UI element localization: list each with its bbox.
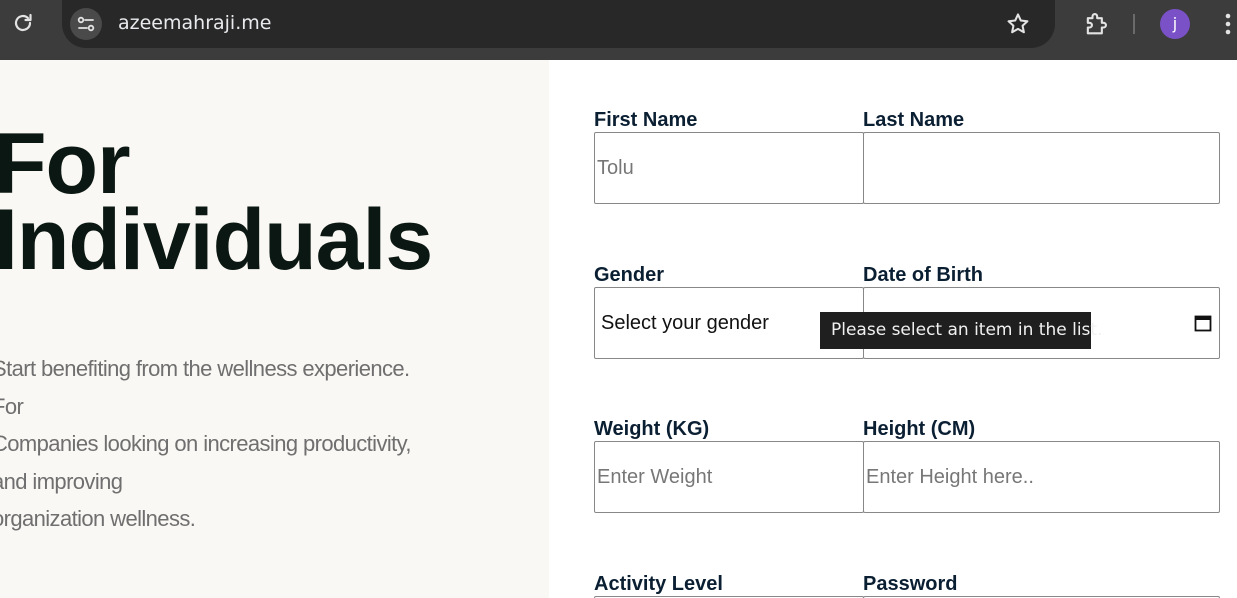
hero-description: Start benefiting from the wellness exper…: [0, 350, 462, 538]
first-name-input[interactable]: [595, 133, 863, 203]
last-name-input[interactable]: [864, 133, 1219, 203]
first-name-field[interactable]: [594, 132, 864, 204]
validation-tooltip: Please select an item in the list.: [820, 312, 1102, 349]
profile-avatar[interactable]: j: [1160, 9, 1190, 39]
password-label: Password: [863, 573, 958, 595]
hero-panel: For Individuals Start benefiting from th…: [0, 60, 549, 598]
last-name-label: Last Name: [863, 109, 965, 131]
reload-icon[interactable]: [8, 8, 38, 38]
hero-text-line: and improving: [0, 468, 123, 494]
gender-selected-value: Select your gender: [601, 311, 769, 334]
hero-title: For Individuals: [0, 116, 534, 288]
first-name-label: First Name: [594, 109, 698, 131]
hero-text-line: Companies looking on increasing producti…: [0, 431, 412, 456]
hero-text-line: For: [0, 393, 24, 419]
weight-field[interactable]: [594, 441, 864, 513]
hero-title-line: For: [0, 116, 131, 212]
site-info-icon[interactable]: [70, 8, 102, 40]
weight-input[interactable]: [595, 442, 863, 512]
hero-text-line: organization wellness.: [0, 506, 196, 531]
last-name-field[interactable]: [863, 132, 1220, 204]
hero-title-line: Individuals: [0, 192, 433, 288]
height-field[interactable]: [863, 441, 1220, 513]
dob-label: Date of Birth: [863, 264, 983, 286]
height-label: Height (CM): [863, 418, 976, 440]
hero-text-line: Start benefiting from the wellness exper…: [0, 356, 410, 381]
bookmark-star-icon[interactable]: [1004, 10, 1032, 38]
gender-label: Gender: [594, 264, 665, 286]
menu-kebab-icon[interactable]: [1218, 10, 1237, 38]
activity-level-label: Activity Level: [594, 573, 723, 595]
weight-label: Weight (KG): [594, 418, 710, 440]
extensions-icon[interactable]: [1080, 8, 1112, 40]
calendar-icon[interactable]: [1193, 313, 1213, 333]
url-text[interactable]: azeemahraji.me: [118, 12, 271, 34]
height-input[interactable]: [864, 442, 1219, 512]
browser-toolbar: azeemahraji.me j: [0, 0, 1237, 60]
address-bar[interactable]: azeemahraji.me: [62, 0, 1055, 48]
toolbar-divider: [1133, 14, 1135, 34]
